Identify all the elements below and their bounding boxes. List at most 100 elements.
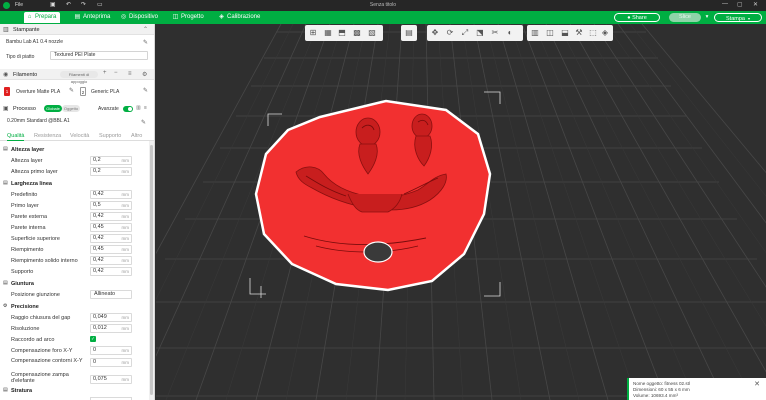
setting-input[interactable]: 0,2 mm bbox=[90, 156, 132, 165]
share-button[interactable]: ● Share bbox=[614, 13, 660, 22]
setting-input[interactable]: 0 mm bbox=[90, 358, 132, 367]
support-paint-icon[interactable]: ▥ bbox=[530, 28, 540, 38]
setting-input[interactable]: 0,42 mm bbox=[90, 212, 132, 221]
add-filament-icon[interactable]: + bbox=[103, 70, 107, 76]
setting-input[interactable]: 0,049 mm bbox=[90, 313, 132, 322]
filament-edit-icon[interactable]: ✎ bbox=[143, 87, 148, 94]
tab-anteprima[interactable]: ▤ Anteprima bbox=[72, 12, 114, 23]
setting-input[interactable]: 0,42 mm bbox=[90, 190, 132, 199]
tab-qualita[interactable]: Qualità bbox=[7, 133, 25, 141]
setting-row: Compensazione foro X-Y 0 mm bbox=[0, 346, 148, 356]
setting-value: 0,2 bbox=[93, 168, 101, 174]
orient-icon[interactable]: ⬒ bbox=[337, 28, 347, 38]
printer-selector[interactable]: Bambu Lab A1 0.4 nozzle bbox=[4, 39, 138, 48]
process-preset-select[interactable]: 0.20mm Standard @BBL A1 bbox=[4, 118, 136, 127]
setting-input[interactable]: 0,012 mm bbox=[90, 324, 132, 333]
grid-layout-icon[interactable]: ▤ bbox=[404, 28, 414, 38]
setting-label: Superficie superiore bbox=[11, 236, 60, 242]
maximize-icon[interactable]: ▢ bbox=[737, 1, 743, 8]
filament-item-2[interactable]: 2 Generic PLA ✎ bbox=[80, 87, 150, 96]
tab-label: Calibrazione bbox=[227, 14, 261, 20]
filament-item-1[interactable]: 1 Overture Matte PLA ✎ bbox=[4, 87, 78, 96]
setting-input[interactable]: 0,5 mm bbox=[90, 201, 132, 210]
tab-dispositivo[interactable]: ◎ Dispositivo bbox=[118, 12, 162, 23]
slice-button[interactable]: Slice bbox=[669, 13, 701, 22]
setting-input[interactable]: 0 mm bbox=[90, 346, 132, 355]
global-toggle[interactable]: Globale bbox=[44, 105, 62, 112]
slice-dropdown-icon[interactable]: ▾ bbox=[703, 13, 711, 22]
printer-edit-icon[interactable]: ✎ bbox=[143, 39, 148, 46]
transform-tools-group: ✥ ⟳ ⤢ ⬔ ✂ ◐ bbox=[427, 25, 523, 41]
setting-unit: mm bbox=[121, 269, 130, 274]
tab-progetto[interactable]: ◫ Progetto bbox=[170, 12, 208, 23]
filament-edit-icon[interactable]: ✎ bbox=[69, 87, 74, 94]
assembly-icon[interactable]: ◈ bbox=[600, 28, 610, 38]
close-icon[interactable]: ✕ bbox=[754, 380, 760, 388]
tab-altro[interactable]: Altro bbox=[131, 133, 142, 139]
measure-icon[interactable]: ⚒ bbox=[574, 28, 584, 38]
advanced-toggle[interactable] bbox=[123, 106, 133, 112]
setting-label: Altezza layer bbox=[11, 158, 43, 164]
setting-label: Parete esterna bbox=[11, 214, 48, 220]
group-title: Precisione bbox=[11, 304, 39, 310]
object-toggle[interactable]: Oggetto bbox=[62, 105, 80, 112]
rotate-icon[interactable]: ⟳ bbox=[445, 28, 455, 38]
setting-row: Parete interna 0,45 mm bbox=[0, 223, 148, 233]
sidebar-scrollbar[interactable] bbox=[149, 141, 154, 400]
setting-input[interactable]: 0,42 mm bbox=[90, 267, 132, 276]
seam-position-select[interactable]: Allineato bbox=[90, 290, 132, 299]
setting-row: Predefinito 0,42 mm bbox=[0, 190, 148, 200]
minimize-icon[interactable]: — bbox=[722, 1, 728, 7]
3d-viewport[interactable] bbox=[156, 24, 766, 400]
compare-icon[interactable]: ▥ bbox=[136, 105, 141, 111]
tab-calibrazione[interactable]: ◈ Calibrazione bbox=[216, 12, 264, 23]
setting-unit: mm bbox=[121, 247, 130, 252]
add-object-icon[interactable]: ⊞ bbox=[308, 28, 318, 38]
calibration-icon: ◈ bbox=[219, 14, 224, 20]
home-icon: ⌂ bbox=[27, 14, 32, 20]
color-paint-icon[interactable]: ⬓ bbox=[560, 28, 570, 38]
boolean-icon[interactable]: ◐ bbox=[505, 28, 515, 38]
arrange-icon[interactable]: ▩ bbox=[352, 28, 362, 38]
filament-settings-icon[interactable]: ⚙ bbox=[142, 71, 147, 78]
process-menu-icon[interactable]: ≡ bbox=[144, 105, 147, 111]
setting-value: 0,012 bbox=[93, 325, 107, 331]
preset-save-icon[interactable]: ✎ bbox=[141, 119, 146, 126]
close-window-icon[interactable]: ✕ bbox=[753, 1, 758, 8]
setting-input[interactable]: 0,42 mm bbox=[90, 234, 132, 243]
filament-list-icon[interactable]: ≡ bbox=[128, 71, 132, 77]
cut-icon[interactable]: ✂ bbox=[490, 28, 500, 38]
setting-unit: mm bbox=[121, 225, 130, 230]
setting-row: Posizione giunzione Allineato bbox=[0, 290, 148, 300]
filament-section-header[interactable]: ◉ Filamento Filamenti di appoggio + − ≡ … bbox=[0, 69, 154, 84]
group-altezza-layer: ▤ Altezza layer bbox=[0, 145, 148, 154]
support-filament-button[interactable]: Filamenti di appoggio bbox=[60, 71, 98, 84]
filament-color-swatch: 1 bbox=[4, 87, 10, 96]
setting-input[interactable]: 0,45 mm bbox=[90, 245, 132, 254]
seam-paint-icon[interactable]: ◫ bbox=[545, 28, 555, 38]
scrollbar-thumb[interactable] bbox=[150, 145, 153, 395]
setting-input[interactable]: 0,2 mm bbox=[90, 167, 132, 176]
split-icon[interactable]: ▧ bbox=[367, 28, 377, 38]
collapse-icon[interactable]: ⌃ bbox=[143, 26, 148, 33]
arc-fitting-checkbox[interactable]: ✓ bbox=[90, 336, 96, 342]
group-title: Altezza layer bbox=[11, 147, 45, 153]
print-button[interactable]: Stampa ▾ bbox=[714, 13, 762, 22]
tab-supporto[interactable]: Supporto bbox=[99, 133, 121, 139]
setting-input[interactable]: 0,45 mm bbox=[90, 223, 132, 232]
scale-icon[interactable]: ⤢ bbox=[460, 28, 470, 38]
plate-type-select[interactable]: Textured PEI Plate bbox=[50, 51, 148, 60]
printer-section-header[interactable]: ▥ Stampante ⌃ bbox=[0, 24, 154, 35]
move-icon[interactable]: ✥ bbox=[430, 28, 440, 38]
remove-filament-icon[interactable]: − bbox=[114, 70, 118, 76]
tab-velocita[interactable]: Velocità bbox=[70, 133, 89, 139]
tab-resistenza[interactable]: Resistenza bbox=[34, 133, 61, 139]
lay-on-face-icon[interactable]: ⬔ bbox=[475, 28, 485, 38]
setting-input[interactable]: 0,075 mm bbox=[90, 375, 132, 384]
setting-value: 0,45 bbox=[93, 246, 104, 252]
add-plate-icon[interactable]: ▦ bbox=[323, 28, 333, 38]
setting-row: Risoluzione 0,012 mm bbox=[0, 324, 148, 334]
setting-input[interactable]: 0,42 mm bbox=[90, 256, 132, 265]
tab-prepara[interactable]: ⌂ Prepara bbox=[24, 12, 61, 23]
3d-model-medal[interactable] bbox=[254, 99, 492, 292]
